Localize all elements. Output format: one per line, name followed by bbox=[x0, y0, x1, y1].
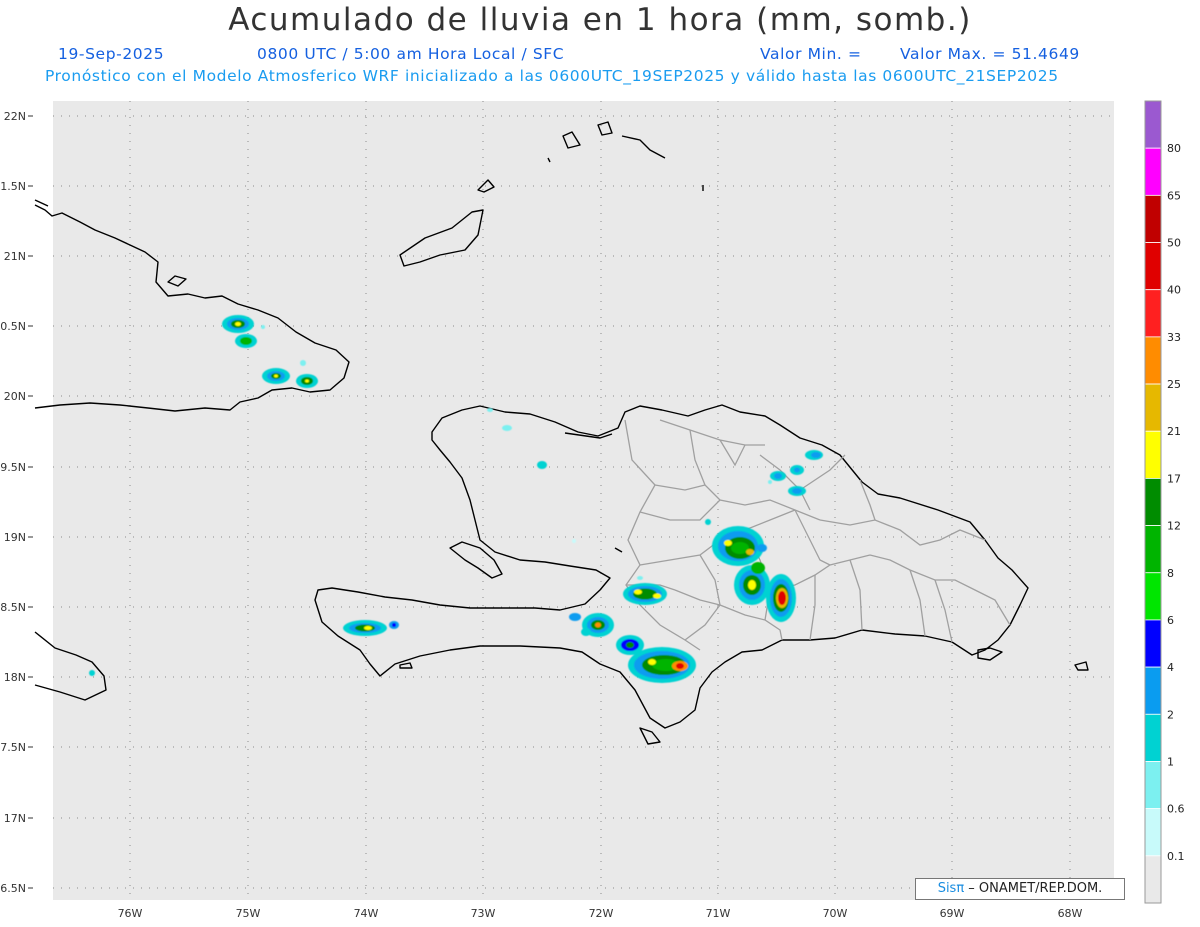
colorbar-label: 4 bbox=[1167, 661, 1174, 674]
colorbar-label: 40 bbox=[1167, 284, 1181, 297]
colorbar-label: 8 bbox=[1167, 567, 1174, 580]
rain-cell-cibao-2 bbox=[790, 465, 804, 475]
colorbar-swatch bbox=[1144, 383, 1162, 432]
lat-label: 20N bbox=[4, 390, 26, 403]
lon-label: 72W bbox=[589, 907, 614, 920]
colorbar-swatch bbox=[1144, 855, 1162, 904]
colorbar-swatch bbox=[1144, 194, 1162, 243]
rainfall-map: 22N 1.5N 21N 0.5N 20N 9.5N 19N 8.5N 18N … bbox=[0, 100, 1185, 920]
rain-cell-cuba-1 bbox=[222, 315, 254, 333]
lat-label: 21N bbox=[4, 250, 26, 263]
lat-label: 1.5N bbox=[0, 180, 26, 193]
lat-label: 6.5N bbox=[0, 882, 26, 895]
rain-cell-sw-peninsula bbox=[343, 620, 387, 636]
rain-cell-cordillera-north bbox=[712, 526, 764, 566]
lon-label: 70W bbox=[823, 907, 848, 920]
rain-cell-central-plateau bbox=[623, 583, 667, 605]
colorbar-label: 2 bbox=[1167, 708, 1174, 721]
lat-label: 9.5N bbox=[0, 461, 26, 474]
colorbar-swatch bbox=[1144, 336, 1162, 385]
colorbar-label: 12 bbox=[1167, 520, 1181, 533]
colorbar-label: 17 bbox=[1167, 472, 1181, 485]
lat-label: 7.5N bbox=[0, 741, 26, 754]
lat-label: 8.5N bbox=[0, 601, 26, 614]
colorbar-swatch bbox=[1144, 713, 1162, 762]
colorbar-swatch bbox=[1144, 478, 1162, 526]
colorbar-label: 1 bbox=[1167, 755, 1174, 768]
map-panel bbox=[53, 101, 1114, 900]
colorbar-label: 21 bbox=[1167, 425, 1181, 438]
lon-label: 71W bbox=[706, 907, 731, 920]
rain-cell-samana bbox=[805, 450, 823, 460]
colorbar-label: 0.6 bbox=[1167, 803, 1185, 816]
colorbar-swatch bbox=[1144, 808, 1162, 857]
lon-label: 74W bbox=[354, 907, 379, 920]
rain-cell-cibao-1 bbox=[770, 471, 786, 481]
rain-cell-cuba-4 bbox=[296, 374, 318, 388]
lat-label: 19N bbox=[4, 531, 26, 544]
colorbar-swatch bbox=[1144, 147, 1162, 196]
colorbar-label: 65 bbox=[1167, 189, 1181, 202]
lat-label: 0.5N bbox=[0, 320, 26, 333]
brand-label: Sisπ bbox=[937, 881, 965, 896]
colorbar-swatch bbox=[1144, 572, 1162, 621]
lon-label: 76W bbox=[118, 907, 143, 920]
lon-label: 73W bbox=[471, 907, 496, 920]
rain-cell-max bbox=[766, 574, 796, 622]
colorbar-swatch bbox=[1144, 525, 1162, 574]
lon-label: 68W bbox=[1058, 907, 1083, 920]
lat-label: 17N bbox=[4, 812, 26, 825]
credit-box: Sisπ – ONAMET/REP.DOM. bbox=[915, 878, 1125, 900]
colorbar-labels: 806550403325211712864210.60.1 bbox=[1167, 142, 1185, 863]
colorbar-label: 6 bbox=[1167, 614, 1174, 627]
colorbar-label: 50 bbox=[1167, 237, 1181, 250]
lon-label: 75W bbox=[236, 907, 261, 920]
colorbar-swatch bbox=[1144, 242, 1162, 291]
rain-cell-cuba-2 bbox=[235, 334, 257, 348]
colorbar-swatch bbox=[1144, 666, 1162, 715]
longitude-labels: 76W 75W 74W 73W 72W 71W 70W 69W 68W bbox=[118, 907, 1083, 920]
colorbar-swatch bbox=[1144, 761, 1162, 810]
colorbar-label: 80 bbox=[1167, 142, 1181, 155]
colorbar-swatch bbox=[1144, 289, 1162, 338]
lat-label: 18N bbox=[4, 671, 26, 684]
colorbar-label: 0.1 bbox=[1167, 850, 1185, 863]
colorbar-swatch bbox=[1144, 619, 1162, 668]
colorbar bbox=[1144, 100, 1162, 904]
lat-label: 22N bbox=[4, 110, 26, 123]
credit-label: – ONAMET/REP.DOM. bbox=[964, 881, 1103, 896]
latitude-labels: 22N 1.5N 21N 0.5N 20N 9.5N 19N 8.5N 18N … bbox=[0, 110, 26, 895]
rain-cell-cuba-3 bbox=[262, 368, 290, 384]
rain-cell-border-south bbox=[628, 647, 696, 683]
colorbar-swatch bbox=[1144, 430, 1162, 479]
latitude-ticks bbox=[28, 115, 33, 889]
rain-cell-cibao-3 bbox=[788, 486, 806, 496]
colorbar-label: 25 bbox=[1167, 378, 1181, 391]
colorbar-swatch bbox=[1144, 100, 1162, 149]
lon-label: 69W bbox=[940, 907, 965, 920]
colorbar-label: 33 bbox=[1167, 331, 1181, 344]
